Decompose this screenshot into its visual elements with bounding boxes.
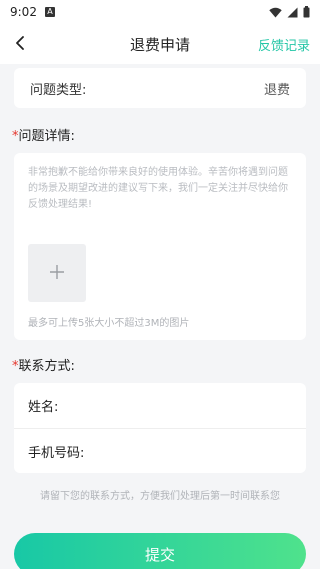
plus-icon <box>50 264 64 283</box>
detail-section-title: *问题详情: <box>12 125 75 144</box>
status-right <box>269 6 310 18</box>
wifi-icon <box>269 7 282 18</box>
phone-input[interactable] <box>88 443 292 459</box>
contact-hint: 请留下您的联系方式，方便我们处理后第一时间联系您 <box>40 491 280 502</box>
upload-image-button[interactable] <box>28 244 86 302</box>
status-time: 9:02 <box>10 5 37 19</box>
problem-type-value: 退费 <box>263 82 290 98</box>
page-title: 退费申请 <box>129 35 190 54</box>
battery-icon <box>303 6 310 18</box>
contact-card: 姓名: 手机号码: <box>14 383 306 473</box>
name-label: 姓名: <box>28 400 59 415</box>
contact-section-title: *联系方式: <box>12 355 75 374</box>
status-left: 9:02 A <box>10 5 55 19</box>
contact-title-text: 联系方式: <box>18 359 75 374</box>
detail-card: 非常抱歉不能给你带来良好的使用体验。辛苦你将遇到问题 的场景及期望改进的建议写下… <box>14 153 306 340</box>
phone-row: 手机号码: <box>14 428 306 473</box>
submit-button[interactable]: 提交 <box>14 533 306 569</box>
back-button[interactable] <box>10 34 30 54</box>
detail-textarea[interactable]: 非常抱歉不能给你带来良好的使用体验。辛苦你将遇到问题 的场景及期望改进的建议写下… <box>28 165 292 213</box>
phone-label: 手机号码: <box>28 445 85 461</box>
notification-icon: A <box>44 7 55 17</box>
name-input[interactable] <box>62 398 292 413</box>
problem-type-row[interactable]: 问题类型: 退费 <box>14 68 306 108</box>
status-bar: 9:02 A <box>0 0 320 24</box>
chevron-left-icon <box>15 35 25 54</box>
detail-title-text: 问题详情: <box>18 129 75 144</box>
signal-icon <box>287 7 298 18</box>
feedback-record-link[interactable]: 反馈记录 <box>258 35 310 54</box>
nav-bar: 退费申请 反馈记录 <box>0 24 320 64</box>
name-row: 姓名: <box>14 383 306 428</box>
upload-hint: 最多可上传5张大小不超过3M的图片 <box>28 318 190 329</box>
problem-type-label: 问题类型: <box>30 82 87 98</box>
